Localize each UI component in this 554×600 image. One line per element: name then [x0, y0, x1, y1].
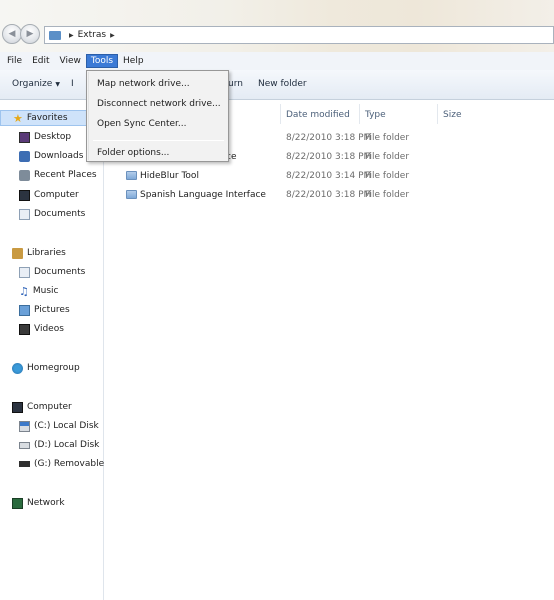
documents-icon	[19, 208, 30, 220]
sidebar-item-documents-fav[interactable]: Documents	[0, 206, 85, 222]
removable-disk-icon	[19, 461, 30, 467]
breadcrumb-chevron-icon[interactable]: ▶	[110, 32, 115, 39]
organize-label: Organize	[12, 79, 53, 89]
menu-item-folder-options[interactable]: Folder options...	[97, 148, 169, 158]
sidebar-item-label: (D:) Local Disk	[34, 440, 100, 450]
file-type: File folder	[365, 171, 410, 181]
folder-icon	[126, 171, 137, 180]
sidebar-item-label: Videos	[34, 324, 64, 334]
file-date: 8/22/2010 3:18 PM	[286, 190, 372, 200]
recent-places-icon	[19, 169, 30, 181]
file-type: File folder	[365, 133, 410, 143]
sidebar-item-label: (C:) Local Disk	[34, 421, 99, 431]
back-arrow-icon: ◀	[8, 29, 16, 39]
back-button[interactable]: ◀	[2, 24, 22, 44]
toolbar-button-partial[interactable]: I	[71, 79, 74, 89]
sidebar-item-documents-lib[interactable]: Documents	[0, 264, 85, 280]
sidebar-item-videos[interactable]: Videos	[0, 321, 64, 337]
sidebar-item-label: Documents	[34, 267, 86, 277]
file-date: 8/22/2010 3:18 PM	[286, 152, 372, 162]
sidebar-item-label: Computer	[34, 190, 79, 200]
computer-icon	[19, 189, 30, 201]
menu-item-map-network-drive[interactable]: Map network drive...	[97, 79, 190, 89]
column-header-size[interactable]: Size	[443, 110, 461, 120]
local-disk-icon	[19, 420, 30, 432]
menu-file[interactable]: File	[2, 54, 27, 68]
menu-help[interactable]: Help	[118, 54, 149, 68]
folder-icon	[126, 190, 137, 199]
file-date: 8/22/2010 3:18 PM	[286, 133, 372, 143]
documents-icon	[19, 266, 30, 278]
sidebar-item-label: Music	[32, 286, 59, 296]
tools-dropdown-menu: Map network drive... Disconnect network …	[86, 70, 229, 162]
star-icon: ★	[13, 111, 23, 125]
sidebar-item-label: Homegroup	[27, 363, 80, 373]
menu-bar: File Edit View Tools Help	[0, 52, 554, 70]
desktop-icon	[19, 131, 30, 143]
sidebar-item-desktop[interactable]: Desktop	[0, 129, 71, 145]
column-header-date-modified[interactable]: Date modified	[286, 110, 350, 120]
sidebar-item-label: Pictures	[34, 305, 70, 315]
homegroup-icon	[12, 362, 23, 374]
menu-separator	[93, 140, 224, 141]
sidebar-item-downloads[interactable]: Downloads	[0, 148, 83, 164]
command-bar: Organize ▼ I urn New folder	[0, 70, 554, 100]
sidebar-item-pictures[interactable]: Pictures	[0, 302, 70, 318]
sidebar-item-network[interactable]: Network	[0, 495, 65, 511]
sidebar-item-c-drive[interactable]: (C:) Local Disk	[0, 418, 99, 434]
menu-view[interactable]: View	[55, 54, 86, 68]
organize-button[interactable]: Organize ▼	[12, 79, 60, 89]
music-icon: ♫	[19, 284, 29, 298]
sidebar-item-label: Desktop	[34, 132, 72, 142]
menu-tools[interactable]: Tools	[85, 54, 119, 68]
sidebar-item-label: Recent Places	[34, 170, 97, 180]
title-bar: ◀ ▶ ▶ Extras ▶	[0, 0, 554, 52]
column-divider[interactable]	[437, 104, 438, 124]
forward-button[interactable]: ▶	[20, 24, 40, 44]
sidebar-item-label: Downloads	[34, 151, 84, 161]
breadcrumb-extras[interactable]: Extras	[78, 30, 106, 40]
local-disk-icon	[19, 441, 30, 449]
sidebar-item-d-drive[interactable]: (D:) Local Disk	[0, 437, 99, 453]
file-type: File folder	[365, 152, 410, 162]
column-divider[interactable]	[359, 104, 360, 124]
sidebar-item-homegroup[interactable]: Homegroup	[0, 360, 80, 376]
sidebar-item-label: Favorites	[26, 113, 68, 123]
chevron-down-icon: ▼	[55, 81, 60, 88]
sidebar-item-music[interactable]: ♫ Music	[0, 283, 58, 299]
folder-icon	[49, 30, 61, 40]
computer-icon	[12, 401, 23, 413]
sidebar-item-label: Network	[27, 498, 65, 508]
videos-icon	[19, 323, 30, 335]
file-name: HideBlur Tool	[140, 171, 199, 181]
sidebar-item-computer-fav[interactable]: Computer	[0, 187, 79, 203]
pictures-icon	[19, 304, 30, 316]
sidebar-item-computer[interactable]: Computer	[0, 399, 72, 415]
menu-item-open-sync-center[interactable]: Open Sync Center...	[97, 119, 187, 129]
downloads-icon	[19, 150, 30, 162]
sidebar-item-label: Documents	[34, 209, 86, 219]
column-divider[interactable]	[280, 104, 281, 124]
libraries-icon	[12, 247, 23, 259]
file-name: Spanish Language Interface	[140, 190, 266, 200]
sidebar-item-label: Libraries	[27, 248, 66, 258]
sidebar-item-libraries[interactable]: Libraries	[0, 245, 66, 261]
file-type: File folder	[365, 190, 410, 200]
table-row[interactable]: Spanish Language Interface 8/22/2010 3:1…	[112, 187, 552, 205]
menu-edit[interactable]: Edit	[27, 54, 54, 68]
address-bar[interactable]: ▶ Extras ▶	[44, 26, 554, 44]
forward-arrow-icon: ▶	[26, 29, 34, 39]
sidebar-item-label: Computer	[27, 402, 72, 412]
menu-item-disconnect-network-drive[interactable]: Disconnect network drive...	[97, 99, 221, 109]
burn-button[interactable]: urn	[228, 79, 243, 89]
breadcrumb-chevron-icon[interactable]: ▶	[69, 32, 74, 39]
column-header-type[interactable]: Type	[365, 110, 386, 120]
sidebar-item-recent-places[interactable]: Recent Places	[0, 167, 97, 183]
navigation-pane: ★ Favorites Desktop Downloads Recent Pla…	[0, 101, 126, 600]
network-icon	[12, 497, 23, 509]
table-row[interactable]: HideBlur Tool 8/22/2010 3:14 PM File fol…	[112, 168, 552, 186]
file-date: 8/22/2010 3:14 PM	[286, 171, 372, 181]
new-folder-button[interactable]: New folder	[258, 79, 307, 89]
